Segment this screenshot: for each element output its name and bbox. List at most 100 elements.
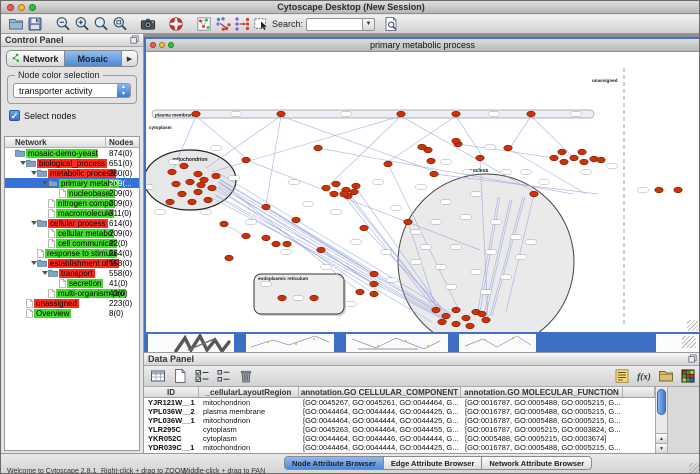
network-node[interactable]	[356, 289, 364, 295]
network-node[interactable]	[208, 185, 216, 191]
table-row[interactable]: YJR121W__1mitochondrion[GO:0045267, GO:0…	[144, 398, 655, 407]
network-node[interactable]	[194, 189, 202, 195]
table-column-header[interactable]: ID	[144, 387, 199, 397]
network-node[interactable]	[384, 161, 392, 167]
select-nodes-checkbox[interactable]: ✓	[9, 110, 20, 121]
snapshot-icon[interactable]	[138, 15, 157, 33]
network-node[interactable]	[242, 157, 250, 163]
network-node[interactable]	[197, 182, 205, 188]
help-icon[interactable]	[166, 15, 185, 33]
network-node[interactable]	[340, 191, 348, 197]
zoom-out-icon[interactable]	[53, 15, 72, 33]
table-row[interactable]: YDR039C__1mitochondrion[GO:0044464, GO:0…	[144, 443, 655, 452]
create-attribute-icon[interactable]	[170, 367, 189, 385]
tree-expand-icon[interactable]	[41, 181, 48, 185]
open-session-icon[interactable]	[6, 15, 25, 33]
tree-expand-icon[interactable]	[41, 271, 48, 275]
list-attributes-icon[interactable]	[214, 367, 233, 385]
tab-network[interactable]: Network	[7, 51, 65, 66]
zoom-fit-icon[interactable]	[110, 15, 129, 33]
tree-row[interactable]: macromolecule311(0)	[5, 208, 139, 218]
tree-row[interactable]: mosaic-demo-yeast874(0)	[5, 148, 139, 158]
network-node[interactable]	[578, 149, 586, 155]
network-node[interactable]	[452, 321, 460, 327]
network-node[interactable]	[352, 183, 360, 189]
network-node[interactable]	[188, 199, 196, 205]
table-scrollbar[interactable]: ▲ ▼	[655, 387, 668, 453]
search-options-icon[interactable]	[381, 15, 400, 33]
zoom-in-icon[interactable]	[72, 15, 91, 33]
tree-expand-icon[interactable]	[30, 261, 37, 265]
tree-row[interactable]: cell communicat22(0)	[5, 238, 139, 248]
tab-network-attribute-browser[interactable]: Network Attribute Browser	[482, 457, 591, 469]
node-color-dropdown[interactable]: transporter activity ▲▼	[13, 83, 131, 98]
network-node[interactable]	[180, 163, 188, 169]
network-node[interactable]	[674, 187, 682, 193]
tree-row[interactable]: cellular process614(0)	[5, 218, 139, 228]
network-node[interactable]	[212, 173, 220, 179]
table-column-header[interactable]: annotation.GO CELLULAR_COMPONENT	[299, 387, 461, 397]
attribute-function-icon[interactable]: f(x)	[634, 367, 653, 385]
table-column-header[interactable]: _cellularLayoutRegion	[199, 387, 299, 397]
network-node[interactable]	[570, 155, 578, 161]
network-node[interactable]	[186, 179, 194, 185]
network-node[interactable]	[322, 185, 330, 191]
table-column-header[interactable]	[623, 387, 655, 397]
network-node[interactable]	[192, 111, 200, 117]
network-node[interactable]	[166, 199, 174, 205]
window-resize-grip[interactable]	[689, 463, 699, 473]
network-node[interactable]	[558, 149, 566, 155]
tree-row[interactable]: biological_process651(0)	[5, 158, 139, 168]
network-node[interactable]	[452, 111, 460, 117]
delete-attribute-icon[interactable]	[236, 367, 255, 385]
tree-row[interactable]: nitrogen compo209(0)	[5, 198, 139, 208]
network-node[interactable]	[442, 313, 450, 319]
network-node[interactable]	[350, 189, 358, 195]
network-node[interactable]	[597, 157, 605, 163]
network-node[interactable]	[277, 111, 285, 117]
attribute-batch-icon[interactable]	[612, 367, 631, 385]
network-node[interactable]	[427, 158, 435, 164]
network-node[interactable]	[330, 191, 338, 197]
frame-resize-grip[interactable]	[687, 320, 698, 331]
tree-row[interactable]: nucleobase-209(0)	[5, 188, 139, 198]
frame-titlebar[interactable]: primary metabolic process	[146, 39, 699, 52]
network-node[interactable]	[360, 225, 368, 231]
network-node[interactable]	[530, 191, 538, 197]
network-canvas[interactable]: plasma membranecytoplasmmitochondrionnuc…	[146, 52, 699, 332]
network-node[interactable]	[332, 181, 340, 187]
table-column-header[interactable]: annotation.GO MOLECULAR_FUNCTION	[461, 387, 623, 397]
network-node[interactable]	[397, 111, 405, 117]
tree-expand-icon[interactable]	[30, 221, 37, 225]
select-mode-icon[interactable]	[251, 15, 270, 33]
tab-node-attribute-browser[interactable]: Node Attribute Browser	[285, 457, 384, 469]
table-row[interactable]: YKR052Ccytoplasm[GO:0044464, GO:0044446,…	[144, 434, 655, 443]
tree-row[interactable]: primary metabo209(...	[5, 178, 139, 188]
layout-attribute-icon[interactable]	[232, 15, 251, 33]
network-node[interactable]	[452, 138, 460, 144]
network-node[interactable]	[278, 295, 286, 301]
network-node[interactable]	[370, 271, 378, 277]
scroll-down-icon[interactable]: ▼	[656, 443, 667, 453]
network-node[interactable]	[438, 319, 446, 325]
tree-expand-icon[interactable]	[19, 161, 26, 165]
network-node[interactable]	[527, 111, 535, 117]
network-node[interactable]	[370, 291, 378, 297]
network-node[interactable]	[430, 171, 438, 177]
network-node[interactable]	[204, 197, 212, 203]
tree-row[interactable]: multi-organism pro42(0)	[5, 288, 139, 298]
network-overview-icon[interactable]	[194, 15, 213, 33]
network-node[interactable]	[310, 295, 318, 301]
table-row[interactable]: YPL036W__2plasma membrane[GO:0044464, GO…	[144, 407, 655, 416]
network-node[interactable]	[418, 144, 426, 150]
table-row[interactable]: YLR295Ccytoplasm[GO:0045263, GO:0044464,…	[144, 425, 655, 434]
network-node[interactable]	[550, 155, 558, 161]
tree-row[interactable]: metabolic process280(0)	[5, 168, 139, 178]
network-node[interactable]	[504, 145, 512, 151]
import-attributes-icon[interactable]	[656, 367, 675, 385]
network-node[interactable]	[242, 233, 250, 239]
network-node[interactable]	[220, 221, 228, 227]
tree-row[interactable]: response to stimulu264(0)	[5, 248, 139, 258]
float-panel-icon[interactable]	[130, 31, 139, 49]
network-node[interactable]	[580, 159, 588, 165]
